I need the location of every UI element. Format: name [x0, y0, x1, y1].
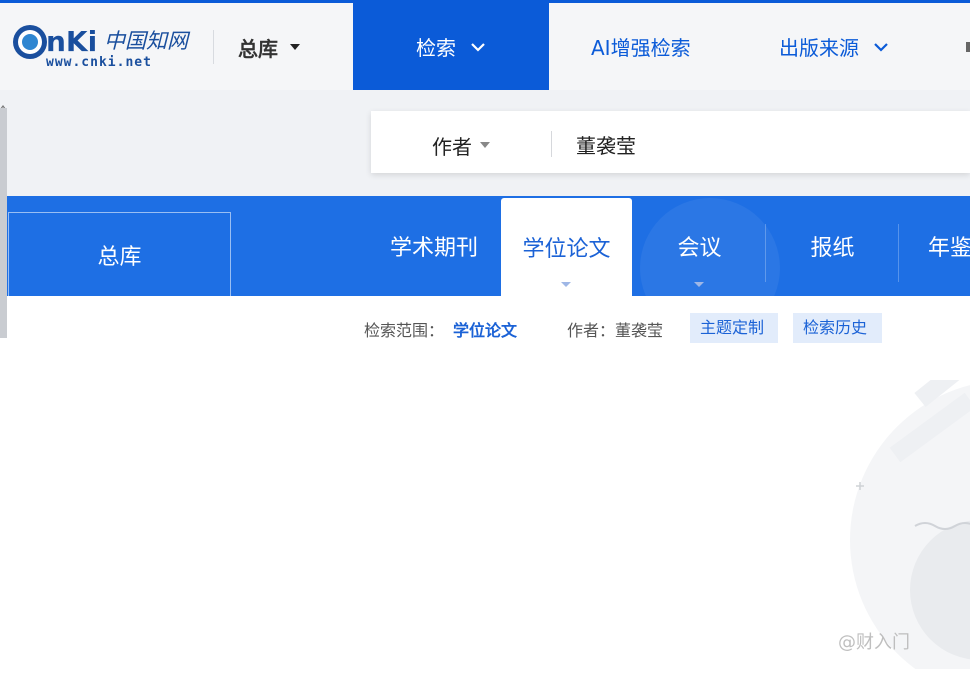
- svg-text:www.cnki.net: www.cnki.net: [46, 55, 152, 70]
- search-scope-label: 检索范围：: [364, 321, 445, 340]
- nav-publication-source-label: 出版来源: [779, 36, 859, 60]
- chevron-down-icon: [471, 42, 485, 52]
- search-field-divider: [551, 131, 552, 157]
- tab-divider: [898, 224, 899, 282]
- header-divider: [213, 30, 214, 64]
- caret-down-icon: [290, 44, 300, 50]
- nav-ai-search[interactable]: AI增强检索: [591, 3, 691, 90]
- tab-label: 学术期刊: [389, 236, 478, 261]
- database-select[interactable]: 总库: [238, 30, 300, 64]
- scrollbar-thumb[interactable]: [0, 108, 7, 338]
- nav-ai-search-label: AI增强检索: [591, 36, 691, 60]
- tab-conference[interactable]: 会议: [634, 196, 765, 296]
- tab-label: 年鉴: [928, 236, 970, 261]
- caret-down-icon: [480, 142, 490, 148]
- tab-academic-journal[interactable]: 学术期刊: [370, 196, 498, 296]
- scroll-up-icon[interactable]: [0, 96, 7, 111]
- tab-dropdown-icon: [561, 282, 571, 287]
- search-field-select[interactable]: 作者: [432, 130, 490, 160]
- svg-text:nKi: nKi: [46, 25, 97, 58]
- nav-search-label: 检索: [416, 36, 456, 60]
- topic-customize-button[interactable]: 主题定制: [690, 313, 778, 343]
- search-scope-value: 学位论文: [453, 321, 518, 340]
- nav-overflow-icon: [966, 36, 970, 56]
- svg-text:中国知网: 中国知网: [104, 29, 191, 53]
- search-history-button[interactable]: 检索历史: [793, 313, 882, 343]
- nav-search[interactable]: 检索: [353, 3, 549, 90]
- tab-yearbook[interactable]: 年鉴: [928, 196, 970, 296]
- tab-all-databases[interactable]: 总库: [8, 212, 231, 296]
- tab-label: 学位论文: [522, 237, 611, 262]
- author-condition: 作者：董袭莹: [567, 321, 664, 340]
- empty-state-illustration: [820, 352, 970, 673]
- search-field-label: 作者: [432, 134, 472, 159]
- tab-newspaper[interactable]: 报纸: [767, 196, 898, 296]
- search-input[interactable]: [566, 126, 970, 162]
- tab-dropdown-icon: [694, 282, 704, 287]
- cnki-logo[interactable]: nKi 中国知网 www.cnki.net: [8, 18, 198, 70]
- tab-all-databases-label: 总库: [97, 244, 142, 270]
- tab-label: 会议: [677, 236, 722, 261]
- nav-publication-source[interactable]: 出版来源: [779, 3, 889, 90]
- database-select-label: 总库: [238, 36, 278, 61]
- watermark: @财入门: [838, 632, 910, 653]
- chevron-down-icon: [874, 42, 888, 52]
- tab-divider: [765, 224, 766, 282]
- tab-label: 报纸: [810, 236, 855, 261]
